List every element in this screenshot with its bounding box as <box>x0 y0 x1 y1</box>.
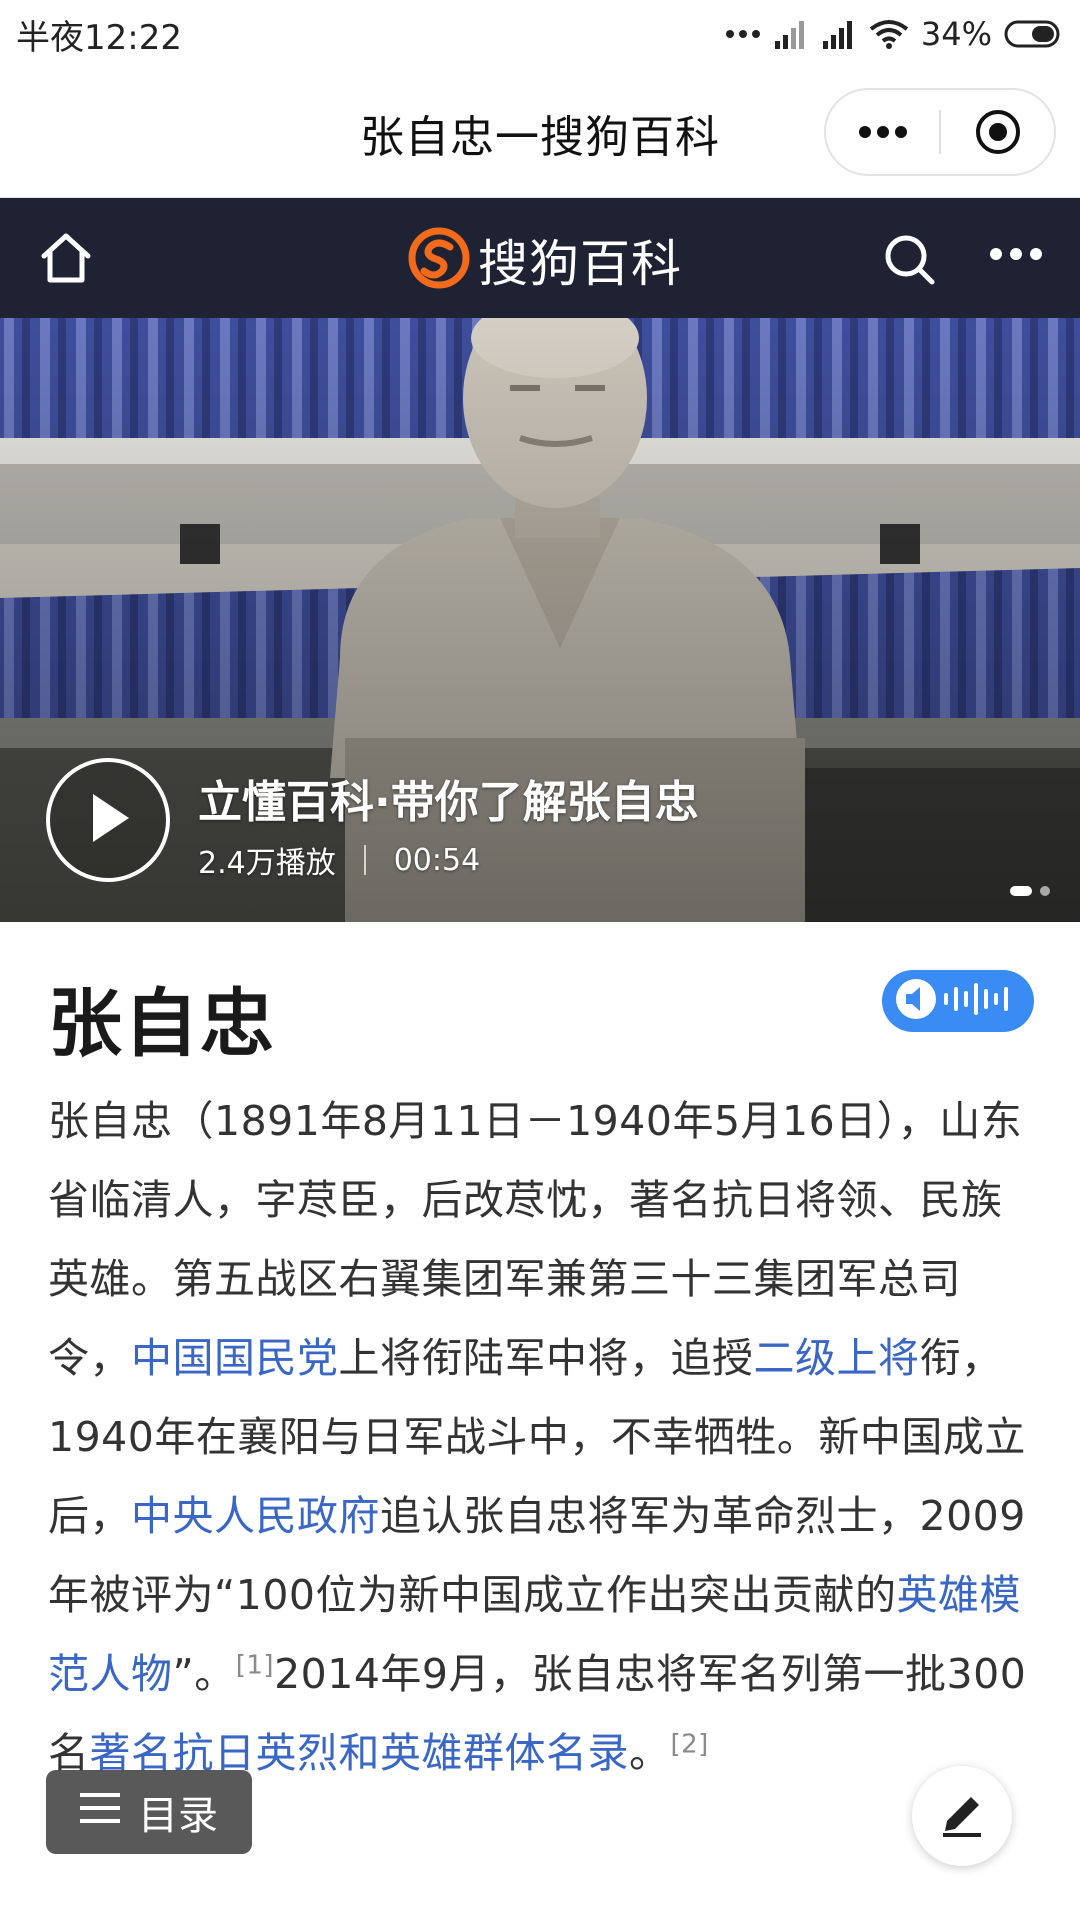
mini-program-title-bar: 张自忠一搜狗百科 <box>0 68 1080 198</box>
brand-logo: 搜狗百科 <box>408 224 682 296</box>
carousel-indicator <box>1010 886 1050 896</box>
status-icons: 34% <box>725 15 1064 53</box>
battery-icon <box>1004 19 1064 49</box>
carousel-dot[interactable] <box>1040 886 1050 896</box>
speaker-icon <box>894 977 1024 1025</box>
search-icon[interactable] <box>882 232 938 292</box>
summary-link[interactable]: 中国国民党 <box>131 1334 339 1382</box>
pencil-icon <box>937 1789 987 1843</box>
capsule-menu <box>824 88 1056 176</box>
menu-lines-icon <box>80 1789 120 1835</box>
sogou-logo-icon <box>408 225 470 295</box>
reference-marker[interactable]: [2] <box>671 1729 709 1759</box>
play-button[interactable] <box>46 758 170 882</box>
video-banner[interactable]: 立懂百科·带你了解张自忠 2.4万播放 00:54 <box>0 318 1080 922</box>
status-time: 半夜12:22 <box>16 17 182 58</box>
toc-button[interactable]: 目录 <box>46 1770 252 1854</box>
dots-icon <box>725 28 761 40</box>
carousel-dot[interactable] <box>1010 886 1032 896</box>
video-title[interactable]: 立懂百科·带你了解张自忠 <box>198 766 699 830</box>
signal-icon <box>773 19 809 49</box>
app-header: 搜狗百科 <box>0 198 1080 318</box>
home-icon[interactable] <box>38 230 94 286</box>
more-dots-icon[interactable] <box>826 90 939 174</box>
toc-label: 目录 <box>138 1793 218 1839</box>
summary-text: 上将衔陆军中将，追授 <box>338 1334 754 1382</box>
article-title: 张自忠 <box>48 981 276 1067</box>
summary-text: 。 <box>629 1729 671 1777</box>
play-icon <box>83 790 133 850</box>
video-meta: 2.4万播放 00:54 <box>198 838 480 882</box>
edit-button[interactable] <box>912 1766 1012 1866</box>
article-summary: 张自忠（1891年8月11日－1940年5月16日），山东省临清人，字荩臣，后改… <box>48 1082 1038 1793</box>
signal-icon-2 <box>821 19 857 49</box>
summary-link[interactable]: 中央人民政府 <box>131 1492 380 1540</box>
meta-divider <box>363 845 366 875</box>
audio-play-button[interactable] <box>882 970 1034 1032</box>
video-duration: 00:54 <box>393 842 481 878</box>
play-count: 2.4万播放 <box>198 846 336 881</box>
battery-percent: 34% <box>920 15 992 53</box>
summary-link[interactable]: 二级上将 <box>754 1334 920 1382</box>
more-icon[interactable] <box>988 246 1044 266</box>
status-bar: 半夜12:22 34% <box>0 0 1080 68</box>
close-target-icon[interactable] <box>941 90 1054 174</box>
page-window-title: 张自忠一搜狗百科 <box>360 111 720 163</box>
wifi-icon <box>869 19 909 49</box>
reference-marker[interactable]: [1] <box>236 1650 274 1680</box>
brand-name: 搜狗百科 <box>478 235 682 293</box>
summary-text: ”。 <box>172 1650 236 1698</box>
